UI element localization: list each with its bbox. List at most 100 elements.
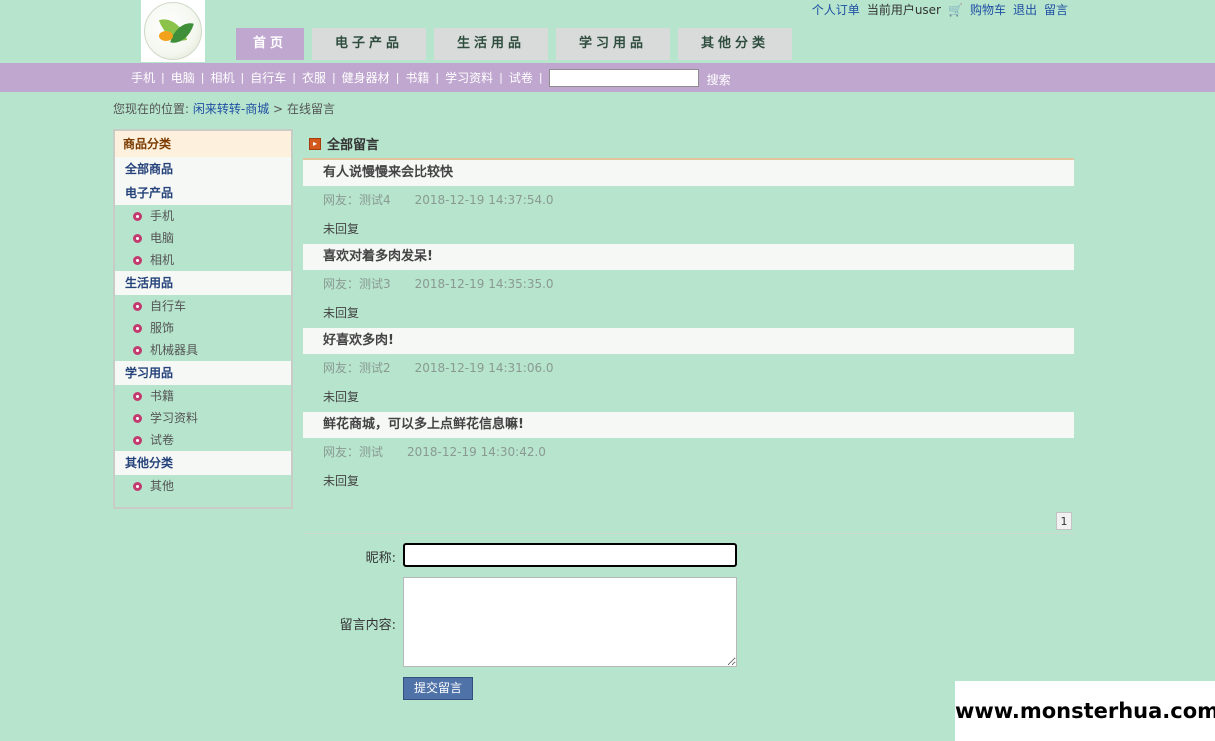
leaf-logo-icon bbox=[144, 2, 202, 60]
page-number-button[interactable]: 1 bbox=[1056, 512, 1072, 530]
message-list: ▸ 全部留言 有人说慢慢来会比较快 网友：测试4 2018-12-19 14:3… bbox=[303, 129, 1074, 496]
sidebar-item-label: 试卷 bbox=[150, 433, 175, 447]
message-subject: 好喜欢多肉! bbox=[303, 328, 1074, 354]
catbar-link-exams[interactable]: 试卷 bbox=[503, 69, 539, 86]
bullet-icon bbox=[133, 255, 142, 265]
catbar-link-camera[interactable]: 相机 bbox=[204, 69, 240, 86]
sidebar-item-computer[interactable]: 电脑 bbox=[115, 227, 291, 249]
catbar-link-clothes[interactable]: 衣服 bbox=[296, 69, 332, 86]
sidebar-item-label: 学习资料 bbox=[150, 411, 199, 425]
search-button[interactable]: 搜索 bbox=[707, 71, 731, 88]
logout-link[interactable]: 退出 bbox=[1013, 1, 1037, 18]
sidebar-item-machinery[interactable]: 机械器具 bbox=[115, 339, 291, 361]
bullet-icon bbox=[133, 301, 142, 311]
catbar-link-study-materials[interactable]: 学习资料 bbox=[439, 69, 499, 86]
message-time: 2018-12-19 14:30:42.0 bbox=[407, 445, 546, 459]
main-nav: 首页 电子产品 生活用品 学习用品 其他分类 bbox=[236, 28, 792, 60]
message-author: 网友：测试2 bbox=[323, 361, 391, 375]
sidebar-item-label: 机械器具 bbox=[150, 343, 199, 357]
my-orders-link[interactable]: 个人订单 bbox=[812, 1, 860, 18]
message-subject: 喜欢对着多肉发呆! bbox=[303, 244, 1074, 270]
sidebar-item-label: 电脑 bbox=[150, 231, 175, 245]
message-reply-status: 未回复 bbox=[323, 222, 360, 236]
sidebar-title: 商品分类 bbox=[115, 131, 291, 157]
divider bbox=[303, 533, 1074, 534]
sidebar-item-camera[interactable]: 相机 bbox=[115, 249, 291, 271]
content-label: 留言内容: bbox=[339, 618, 396, 633]
category-bar: 手机 | 电脑 | 相机 | 自行车 | 衣服 | 健身器材 | 书籍 | 学习资料 | 试卷 |… bbox=[0, 63, 1215, 92]
guestbook-link[interactable]: 留言 bbox=[1044, 1, 1068, 18]
cart-icon[interactable]: 🛒 bbox=[948, 3, 963, 17]
breadcrumb-separator: > bbox=[273, 102, 284, 116]
sidebar-category-electronics[interactable]: 电子产品 bbox=[115, 181, 291, 205]
sidebar-item-label: 相机 bbox=[150, 253, 175, 267]
breadcrumb-current: 在线留言 bbox=[286, 102, 335, 116]
site-logo[interactable] bbox=[141, 0, 205, 62]
message-item: 有人说慢慢来会比较快 网友：测试4 2018-12-19 14:37:54.0 … bbox=[303, 160, 1074, 244]
tab-daily-goods[interactable]: 生活用品 bbox=[434, 28, 548, 60]
bullet-icon bbox=[133, 233, 142, 243]
message-meta: 网友：测试 2018-12-19 14:30:42.0 bbox=[303, 438, 1074, 466]
message-subject: 鲜花商城，可以多上点鲜花信息嘛! bbox=[303, 412, 1074, 438]
message-time: 2018-12-19 14:35:35.0 bbox=[414, 277, 554, 291]
tab-other[interactable]: 其他分类 bbox=[678, 28, 792, 60]
page-title: 全部留言 bbox=[327, 138, 380, 153]
bullet-icon bbox=[133, 413, 142, 423]
catbar-link-bicycle[interactable]: 自行车 bbox=[244, 69, 292, 86]
message-reply-status: 未回复 bbox=[323, 306, 360, 320]
nickname-label: 昵称: bbox=[365, 551, 396, 566]
sidebar-item-all[interactable]: 全部商品 bbox=[115, 157, 291, 181]
tab-study-goods[interactable]: 学习用品 bbox=[556, 28, 670, 60]
tab-electronics[interactable]: 电子产品 bbox=[312, 28, 426, 60]
sidebar-item-books[interactable]: 书籍 bbox=[115, 385, 291, 407]
current-user-text: 当前用户user bbox=[866, 3, 941, 17]
sidebar-item-exams[interactable]: 试卷 bbox=[115, 429, 291, 451]
message-subject: 有人说慢慢来会比较快 bbox=[303, 160, 1074, 186]
sidebar-item-phone[interactable]: 手机 bbox=[115, 205, 291, 227]
sidebar-category-daily[interactable]: 生活用品 bbox=[115, 271, 291, 295]
tab-home[interactable]: 首页 bbox=[236, 28, 304, 60]
message-item: 鲜花商城，可以多上点鲜花信息嘛! 网友：测试 2018-12-19 14:30:… bbox=[303, 412, 1074, 496]
message-author: 网友：测试4 bbox=[323, 193, 391, 207]
nickname-input[interactable] bbox=[403, 543, 737, 567]
breadcrumb-prefix: 您现在的位置: bbox=[113, 102, 190, 116]
sidebar-item-bicycle[interactable]: 自行车 bbox=[115, 295, 291, 317]
sidebar-item-label: 其他 bbox=[150, 479, 175, 493]
sidebar-category-study[interactable]: 学习用品 bbox=[115, 361, 291, 385]
message-author: 网友：测试 bbox=[323, 445, 384, 459]
message-list-header: ▸ 全部留言 bbox=[303, 129, 1074, 160]
watermark-text: www.monsterhua.com bbox=[955, 681, 1215, 741]
submit-message-button[interactable]: 提交留言 bbox=[403, 677, 473, 700]
cart-link[interactable]: 购物车 bbox=[970, 1, 1006, 18]
bullet-icon bbox=[133, 481, 142, 491]
message-reply-status: 未回复 bbox=[323, 474, 360, 488]
sidebar-item-other[interactable]: 其他 bbox=[115, 475, 291, 497]
bullet-icon bbox=[133, 323, 142, 333]
breadcrumb-home-link[interactable]: 闲来转转-商城 bbox=[193, 102, 269, 116]
message-time: 2018-12-19 14:37:54.0 bbox=[414, 193, 554, 207]
bullet-icon bbox=[133, 391, 142, 401]
message-reply-status: 未回复 bbox=[323, 390, 360, 404]
search-input[interactable] bbox=[548, 68, 699, 87]
sidebar-category-other[interactable]: 其他分类 bbox=[115, 451, 291, 475]
sidebar-item-label: 书籍 bbox=[150, 389, 175, 403]
catbar-link-phone[interactable]: 手机 bbox=[125, 69, 161, 86]
category-sidebar: 商品分类 全部商品 电子产品 手机 电脑 相机 生活用品 自行车 服饰 机械器具… bbox=[113, 129, 293, 509]
sidebar-item-label: 手机 bbox=[150, 209, 175, 223]
catbar-link-books[interactable]: 书籍 bbox=[399, 69, 435, 86]
arrow-box-icon: ▸ bbox=[309, 137, 321, 150]
bullet-icon bbox=[133, 345, 142, 355]
message-meta: 网友：测试3 2018-12-19 14:35:35.0 bbox=[303, 270, 1074, 298]
message-item: 喜欢对着多肉发呆! 网友：测试3 2018-12-19 14:35:35.0 未… bbox=[303, 244, 1074, 328]
sidebar-item-study-materials[interactable]: 学习资料 bbox=[115, 407, 291, 429]
message-content-textarea[interactable] bbox=[403, 577, 737, 667]
message-meta: 网友：测试2 2018-12-19 14:31:06.0 bbox=[303, 354, 1074, 382]
catbar-link-fitness[interactable]: 健身器材 bbox=[336, 69, 396, 86]
sidebar-item-apparel[interactable]: 服饰 bbox=[115, 317, 291, 339]
message-meta: 网友：测试4 2018-12-19 14:37:54.0 bbox=[303, 186, 1074, 214]
catbar-link-computer[interactable]: 电脑 bbox=[165, 69, 201, 86]
breadcrumb: 您现在的位置: 闲来转转-商城 > 在线留言 bbox=[113, 100, 335, 117]
message-time: 2018-12-19 14:31:06.0 bbox=[414, 361, 554, 375]
message-item: 好喜欢多肉! 网友：测试2 2018-12-19 14:31:06.0 未回复 bbox=[303, 328, 1074, 412]
bullet-icon bbox=[133, 211, 142, 221]
